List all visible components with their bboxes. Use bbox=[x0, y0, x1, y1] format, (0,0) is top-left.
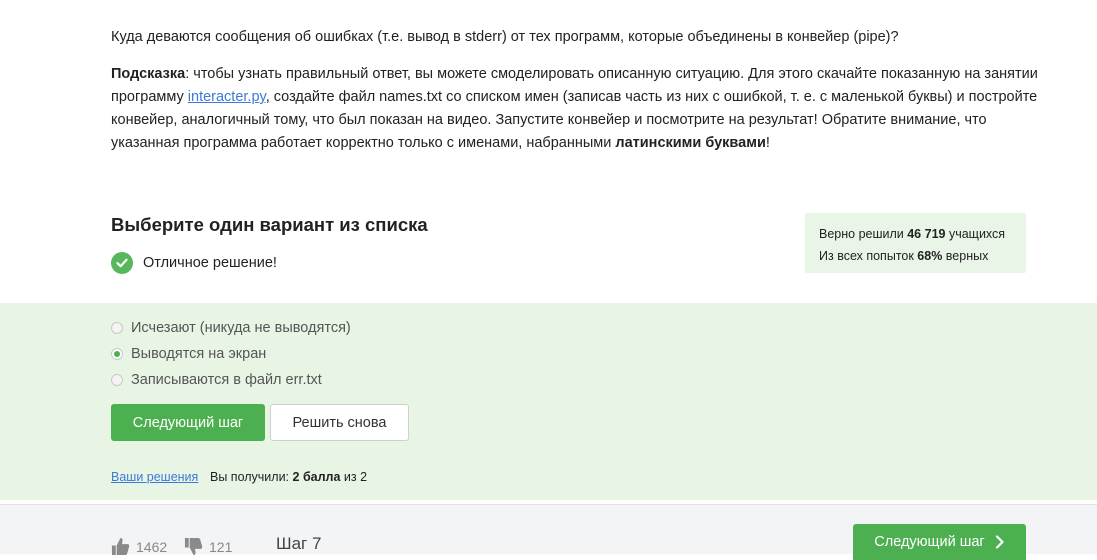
footer-next-label: Следующий шаг bbox=[874, 534, 985, 550]
score: Вы получили: 2 балла из 2 bbox=[210, 470, 367, 484]
score-value: 2 балла bbox=[292, 470, 341, 484]
stats-box: Верно решили 46 719 учащихся Из всех поп… bbox=[805, 213, 1026, 273]
footer-next-step-button[interactable]: Следующий шаг bbox=[853, 524, 1026, 560]
feedback-text: Отличное решение! bbox=[143, 255, 277, 271]
step-label: Шаг 7 bbox=[276, 534, 322, 553]
stats-solved-prefix: Верно решили bbox=[819, 227, 908, 241]
stats-attempts-suffix: верных bbox=[942, 249, 989, 263]
next-step-button[interactable]: Следующий шаг bbox=[111, 404, 265, 441]
stats-solved: Верно решили 46 719 учащихся bbox=[819, 223, 1012, 245]
option-label: Выводятся на экран bbox=[131, 346, 267, 362]
answers-section: Исчезают (никуда не выводятся) Выводятся… bbox=[0, 303, 1097, 500]
dislike-control[interactable]: 121 bbox=[184, 537, 232, 556]
hint-end: ! bbox=[765, 135, 770, 151]
radio-button[interactable] bbox=[111, 322, 123, 334]
bottom-bar: 1462 121 Шаг 7 Следующий шаг bbox=[0, 504, 1097, 560]
stats-attempts-pct: 68% bbox=[917, 249, 943, 263]
option-label: Записываются в файл err.txt bbox=[131, 372, 322, 388]
stats-solved-suffix: учащихся bbox=[945, 227, 1006, 241]
chevron-right-icon bbox=[995, 535, 1004, 549]
interacter-link[interactable]: interacter.py bbox=[188, 89, 266, 105]
quiz-title: Выберите один вариант из списка bbox=[111, 214, 428, 235]
check-circle-icon bbox=[111, 252, 133, 274]
radio-button-checked[interactable] bbox=[111, 348, 123, 360]
hint-label: Подсказка bbox=[111, 66, 186, 82]
option-1[interactable]: Исчезают (никуда не выводятся) bbox=[111, 320, 351, 336]
hint-bold: латинскими буквами bbox=[615, 135, 766, 151]
stats-attempts: Из всех попыток 68% верных bbox=[819, 245, 1012, 267]
option-2[interactable]: Выводятся на экран bbox=[111, 346, 266, 362]
stats-solved-count: 46 719 bbox=[907, 227, 946, 241]
option-3[interactable]: Записываются в файл err.txt bbox=[111, 372, 322, 388]
option-label: Исчезают (никуда не выводятся) bbox=[131, 320, 351, 336]
score-prefix: Вы получили: bbox=[210, 470, 293, 484]
retry-button[interactable]: Решить снова bbox=[270, 404, 409, 441]
likes-count: 1462 bbox=[136, 538, 168, 555]
stats-attempts-prefix: Из всех попыток bbox=[819, 249, 918, 263]
question-block: Куда деваются сообщения об ошибках (т.е.… bbox=[111, 26, 1041, 169]
thumbs-up-icon[interactable] bbox=[111, 537, 130, 556]
hint-paragraph: Подсказка: чтобы узнать правильный ответ… bbox=[111, 63, 1041, 155]
dislikes-count: 121 bbox=[209, 538, 233, 555]
radio-button[interactable] bbox=[111, 374, 123, 386]
question-text: Куда деваются сообщения об ошибках (т.е.… bbox=[111, 29, 899, 45]
your-solutions-link[interactable]: Ваши решения bbox=[111, 470, 198, 484]
like-control[interactable]: 1462 bbox=[111, 537, 167, 556]
thumbs-down-icon[interactable] bbox=[184, 537, 203, 556]
score-suffix: из 2 bbox=[340, 470, 368, 484]
feedback: Отличное решение! bbox=[111, 252, 277, 274]
